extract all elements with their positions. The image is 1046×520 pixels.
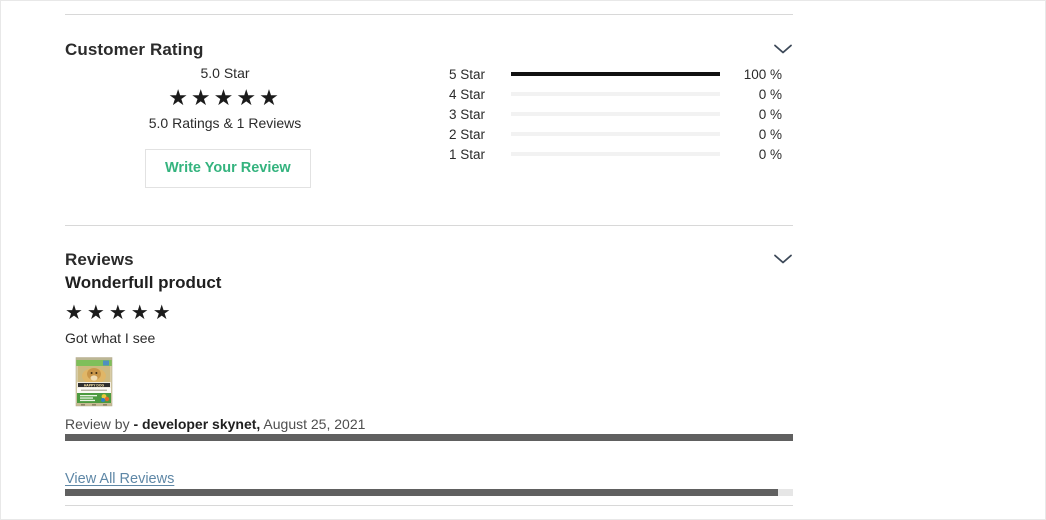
rating-breakdown-label: 5 Star bbox=[448, 66, 485, 82]
rating-breakdown-percent: 0 % bbox=[758, 106, 782, 122]
page-title-reviews: Reviews bbox=[65, 250, 134, 269]
svg-text:HAPPY DOG: HAPPY DOG bbox=[84, 383, 105, 387]
rating-breakdown-percent: 0 % bbox=[758, 126, 782, 142]
rating-stars: ★★★★★ bbox=[168, 85, 282, 110]
write-your-review-button[interactable]: Write Your Review bbox=[145, 149, 311, 188]
rating-breakdown-track bbox=[511, 92, 720, 96]
rating-breakdown-percent: 0 % bbox=[758, 86, 782, 102]
rating-breakdown-row[interactable]: 3 Star 0 % bbox=[437, 104, 782, 124]
rating-breakdown-track bbox=[511, 112, 720, 116]
view-all-reviews-link[interactable]: View All Reviews bbox=[65, 471, 174, 487]
review-author: - developer skynet, bbox=[133, 416, 261, 432]
rating-breakdown-label: 3 Star bbox=[448, 106, 485, 122]
rating-breakdown-percent: 100 % bbox=[743, 66, 782, 82]
rating-score-text: 5.0 Star bbox=[200, 65, 250, 81]
review-stars: ★★★★★ bbox=[65, 302, 175, 324]
rating-breakdown-row[interactable]: 2 Star 0 % bbox=[437, 124, 782, 144]
divider-reviews bbox=[65, 225, 793, 226]
review-title: Wonderfull product bbox=[65, 273, 222, 292]
rating-breakdown-row[interactable]: 5 Star 100 % bbox=[437, 64, 782, 84]
review-byline: Review by - developer skynet, August 25,… bbox=[65, 416, 365, 432]
reviews-page: Customer Rating 5.0 Star ★★★★★ 5.0 Ratin… bbox=[0, 0, 1046, 520]
rating-breakdown-row[interactable]: 1 Star 0 % bbox=[437, 144, 782, 164]
chevron-down-icon-reviews[interactable] bbox=[772, 252, 794, 266]
rating-breakdown-track bbox=[511, 152, 720, 156]
rating-breakdown-fill bbox=[511, 72, 720, 76]
divider-top bbox=[65, 14, 793, 15]
rating-breakdown: 5 Star 100 % 4 Star 0 % 3 Star 0 % 2 Sta… bbox=[437, 64, 782, 164]
page-scrollbar-thumb[interactable] bbox=[65, 489, 779, 496]
ratings-reviews-count: 5.0 Ratings & 1 Reviews bbox=[148, 115, 302, 131]
review-image-thumbnail[interactable]: HAPPY DOG bbox=[73, 355, 115, 408]
page-title-customer-rating: Customer Rating bbox=[65, 40, 204, 59]
rating-breakdown-percent: 0 % bbox=[758, 146, 782, 162]
review-body-text: Got what I see bbox=[65, 330, 156, 346]
rating-breakdown-track bbox=[511, 72, 720, 76]
review-horizontal-scrollbar[interactable] bbox=[65, 434, 793, 441]
page-horizontal-scrollbar[interactable] bbox=[65, 489, 793, 496]
rating-breakdown-label: 2 Star bbox=[448, 126, 485, 142]
rating-breakdown-track bbox=[511, 132, 720, 136]
rating-summary: 5.0 Star ★★★★★ 5.0 Ratings & 1 Reviews W… bbox=[145, 63, 311, 188]
rating-breakdown-label: 4 Star bbox=[448, 86, 485, 102]
rating-breakdown-label: 1 Star bbox=[448, 146, 485, 162]
review-date: August 25, 2021 bbox=[260, 416, 366, 432]
divider-bottom bbox=[65, 505, 793, 506]
chevron-down-icon-customer-rating[interactable] bbox=[772, 42, 794, 56]
review-scrollbar-thumb[interactable] bbox=[65, 434, 793, 441]
review-byline-prefix: Review by bbox=[65, 416, 134, 432]
rating-breakdown-row[interactable]: 4 Star 0 % bbox=[437, 84, 782, 104]
